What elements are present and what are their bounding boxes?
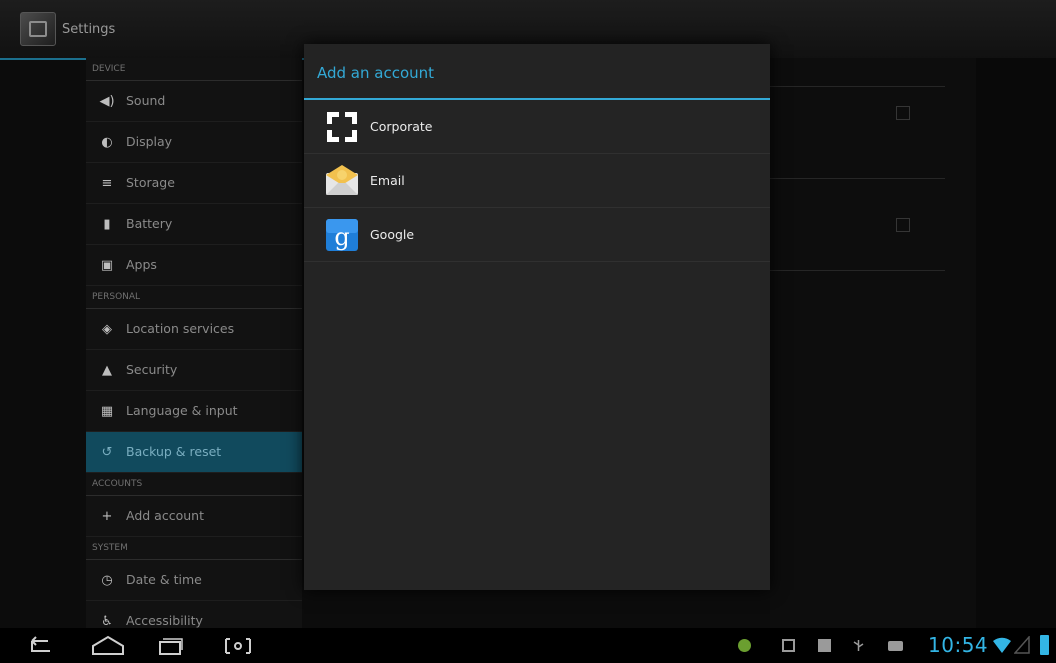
settings-item-label: Battery — [126, 216, 173, 231]
corporate-icon — [327, 112, 357, 142]
settings-item-label: Language & input — [126, 403, 238, 418]
divider — [770, 86, 945, 87]
keyboard-icon: ▦ — [100, 404, 114, 419]
background-edge — [976, 58, 1056, 628]
settings-item-label: Sound — [126, 93, 166, 108]
account-option-label: Corporate — [370, 119, 433, 134]
storage-icon: ≡ — [101, 176, 113, 191]
detail-pane — [770, 58, 976, 628]
settings-item-label: Date & time — [126, 572, 202, 587]
settings-item-battery[interactable]: ▮ Battery — [86, 204, 302, 245]
download-notification-icon[interactable] — [818, 639, 831, 652]
clock-icon: ◷ — [101, 573, 113, 588]
wifi-icon[interactable] — [992, 636, 1012, 654]
section-header-personal: PERSONAL — [86, 286, 302, 309]
settings-item-display[interactable]: ◐ Display — [86, 122, 302, 163]
settings-item-sound[interactable]: ◀) Sound — [86, 81, 302, 122]
usb-icon[interactable] — [852, 639, 865, 652]
settings-item-label: Display — [126, 134, 173, 149]
settings-item-label: Apps — [126, 257, 157, 272]
settings-list: DEVICE ◀) Sound ◐ Display ≡ Storage ▮ Batter… — [86, 58, 302, 628]
system-bar: 10:54 — [0, 628, 1056, 663]
account-option-google[interactable]: g Google — [304, 208, 770, 262]
home-icon[interactable] — [88, 632, 128, 660]
recent-apps-icon[interactable] — [150, 632, 190, 660]
settings-item-label: Add account — [126, 508, 204, 523]
section-header-accounts: ACCOUNTS — [86, 473, 302, 496]
image-notification-icon[interactable] — [782, 639, 795, 652]
dialog-title: Add an account — [304, 44, 770, 100]
settings-item-security[interactable]: ▲ Security — [86, 350, 302, 391]
battery-status-icon[interactable] — [1040, 635, 1049, 655]
settings-item-date-time[interactable]: ◷ Date & time — [86, 560, 302, 601]
android-notification-icon[interactable] — [738, 639, 751, 652]
account-option-label: Email — [370, 173, 405, 188]
settings-item-add-account[interactable]: + Add account — [86, 496, 302, 537]
clock-time[interactable]: 10:54 — [928, 633, 988, 657]
account-option-label: Google — [370, 227, 415, 242]
settings-item-backup[interactable]: ↺ Backup & reset — [86, 432, 302, 473]
brightness-icon: ◐ — [101, 135, 113, 150]
divider — [770, 178, 945, 179]
settings-item-apps[interactable]: ▣ Apps — [86, 245, 302, 286]
battery-icon: ▮ — [103, 217, 111, 232]
divider — [770, 270, 945, 271]
backup-restore-icon: ↺ — [101, 445, 113, 460]
email-icon — [326, 165, 358, 195]
lock-icon: ▲ — [102, 363, 112, 378]
section-header-system: SYSTEM — [86, 537, 302, 560]
app-title: Settings — [62, 22, 116, 37]
signal-icon[interactable] — [1014, 636, 1030, 654]
settings-item-label: Security — [126, 362, 178, 377]
settings-item-storage[interactable]: ≡ Storage — [86, 163, 302, 204]
storage-notification-icon[interactable] — [888, 641, 903, 651]
svg-text:g: g — [334, 223, 349, 251]
settings-item-label: Storage — [126, 175, 175, 190]
apps-icon: ▣ — [100, 258, 114, 273]
checkbox[interactable] — [896, 106, 910, 120]
settings-item-language[interactable]: ▦ Language & input — [86, 391, 302, 432]
checkbox[interactable] — [896, 218, 910, 232]
back-icon[interactable] — [20, 632, 60, 660]
settings-app-icon[interactable] — [20, 12, 56, 46]
location-icon: ◈ — [102, 322, 112, 337]
android-screen: Settings DEVICE ◀) Sound ◐ Display ≡ Storag… — [0, 0, 1056, 663]
plus-icon: + — [101, 509, 113, 524]
settings-item-accessibility[interactable]: ♿ Accessibility — [86, 601, 302, 628]
add-account-dialog: Add an account Corporate Email g Google — [304, 44, 770, 590]
account-option-email[interactable]: Email — [304, 154, 770, 208]
screenshot-icon[interactable] — [218, 632, 258, 660]
account-option-corporate[interactable]: Corporate — [304, 100, 770, 154]
settings-item-label: Location services — [126, 321, 235, 336]
accessibility-icon: ♿ — [101, 614, 113, 628]
settings-item-label: Accessibility — [126, 613, 203, 628]
google-icon: g — [326, 219, 358, 251]
section-header-device: DEVICE — [86, 58, 302, 81]
settings-item-label: Backup & reset — [126, 444, 222, 459]
settings-item-location[interactable]: ◈ Location services — [86, 309, 302, 350]
speaker-icon: ◀) — [99, 94, 115, 109]
